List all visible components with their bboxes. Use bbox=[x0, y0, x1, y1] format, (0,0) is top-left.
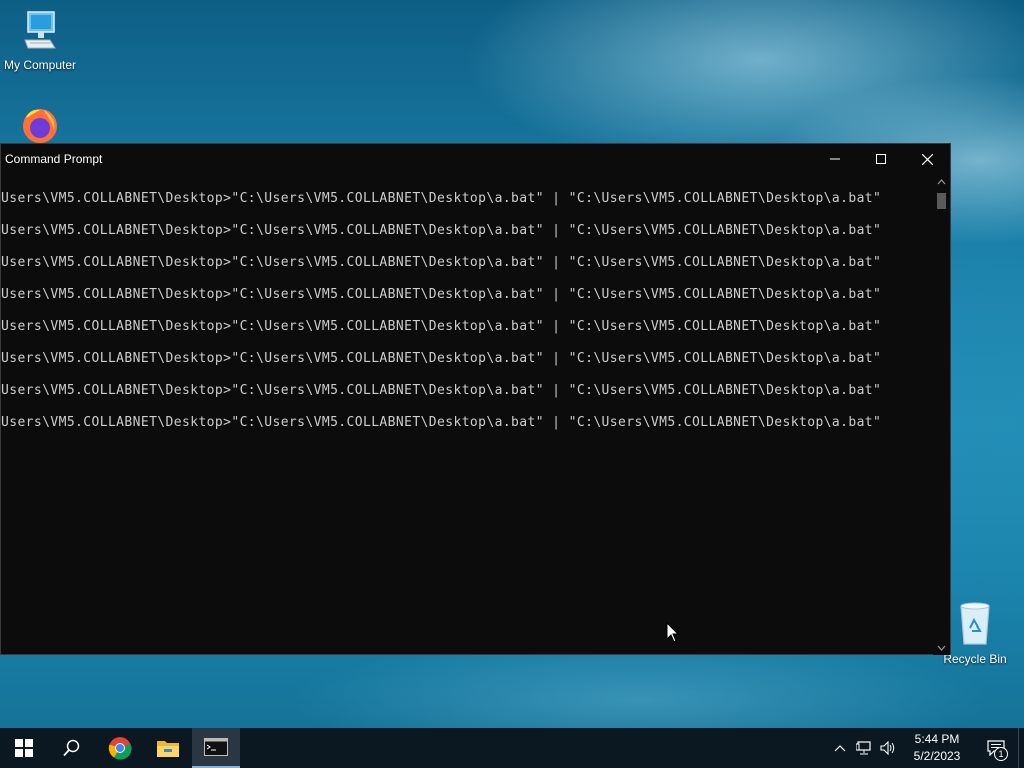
notification-count-badge: 1 bbox=[994, 747, 1008, 761]
console-line: Users\VM5.COLLABNET\Desktop>"C:\Users\VM… bbox=[1, 383, 882, 398]
volume-button[interactable] bbox=[876, 728, 900, 768]
action-center-button[interactable]: 1 bbox=[974, 728, 1018, 768]
console-line: Users\VM5.COLLABNET\Desktop>"C:\Users\VM… bbox=[1, 191, 882, 206]
window-controls bbox=[812, 144, 950, 174]
chevron-up-icon bbox=[937, 179, 946, 185]
close-button[interactable] bbox=[904, 144, 950, 174]
search-icon bbox=[63, 739, 80, 757]
windows-start-icon bbox=[15, 739, 33, 757]
file-explorer-icon bbox=[157, 741, 179, 757]
taskbar-command-prompt[interactable] bbox=[192, 728, 240, 768]
chevron-up-icon bbox=[834, 745, 846, 752]
command-prompt-window[interactable]: Command Prompt Users\VM5.COLLABNET\Deskt… bbox=[0, 143, 951, 655]
start-button[interactable] bbox=[0, 728, 48, 768]
scroll-down-button[interactable] bbox=[933, 641, 950, 655]
chevron-down-icon bbox=[937, 645, 946, 651]
network-button[interactable] bbox=[852, 728, 876, 768]
clock-time: 5:44 PM bbox=[914, 732, 960, 746]
minimize-button[interactable] bbox=[812, 144, 858, 174]
scroll-thumb[interactable] bbox=[937, 193, 946, 209]
show-desktop-button[interactable] bbox=[1018, 728, 1024, 768]
window-title: Command Prompt bbox=[5, 152, 103, 166]
console-line: Users\VM5.COLLABNET\Desktop>"C:\Users\VM… bbox=[1, 415, 882, 430]
console-output[interactable]: Users\VM5.COLLABNET\Desktop>"C:\Users\VM… bbox=[1, 175, 934, 655]
console-line: Users\VM5.COLLABNET\Desktop>"C:\Users\VM… bbox=[1, 319, 882, 334]
desktop-icon-label: My Computer bbox=[3, 58, 77, 72]
minimize-icon bbox=[830, 158, 840, 160]
console-line: Users\VM5.COLLABNET\Desktop>"C:\Users\VM… bbox=[1, 287, 882, 302]
taskbar: 5:44 PM 5/2/2023 1 bbox=[0, 728, 1024, 768]
mouse-cursor-icon bbox=[666, 621, 680, 649]
computer-icon bbox=[0, 10, 80, 55]
search-button[interactable] bbox=[48, 728, 96, 768]
console-line: Users\VM5.COLLABNET\Desktop>"C:\Users\VM… bbox=[1, 255, 882, 270]
maximize-icon bbox=[876, 154, 886, 164]
window-titlebar[interactable]: Command Prompt bbox=[1, 144, 950, 174]
taskbar-clock[interactable]: 5:44 PM 5/2/2023 bbox=[900, 731, 974, 765]
show-hidden-icons-button[interactable] bbox=[828, 728, 852, 768]
maximize-button[interactable] bbox=[858, 144, 904, 174]
desktop-icon-my-computer[interactable]: My Computer bbox=[0, 10, 80, 72]
network-icon bbox=[856, 741, 871, 755]
vertical-scrollbar[interactable] bbox=[933, 175, 950, 655]
taskbar-chrome[interactable] bbox=[96, 728, 144, 768]
firefox-icon bbox=[0, 104, 80, 147]
desktop-icon-label: Recycle Bin bbox=[943, 652, 1007, 666]
scroll-up-button[interactable] bbox=[933, 175, 950, 189]
chrome-icon bbox=[108, 737, 132, 760]
clock-date: 5/2/2023 bbox=[913, 749, 961, 763]
close-icon bbox=[921, 153, 933, 165]
system-tray: 5:44 PM 5/2/2023 1 bbox=[828, 728, 1024, 768]
taskbar-file-explorer[interactable] bbox=[144, 728, 192, 768]
volume-icon bbox=[880, 741, 895, 755]
console-line: Users\VM5.COLLABNET\Desktop>"C:\Users\VM… bbox=[1, 351, 882, 366]
console-line: Users\VM5.COLLABNET\Desktop>"C:\Users\VM… bbox=[1, 223, 882, 238]
command-prompt-icon bbox=[204, 738, 228, 756]
